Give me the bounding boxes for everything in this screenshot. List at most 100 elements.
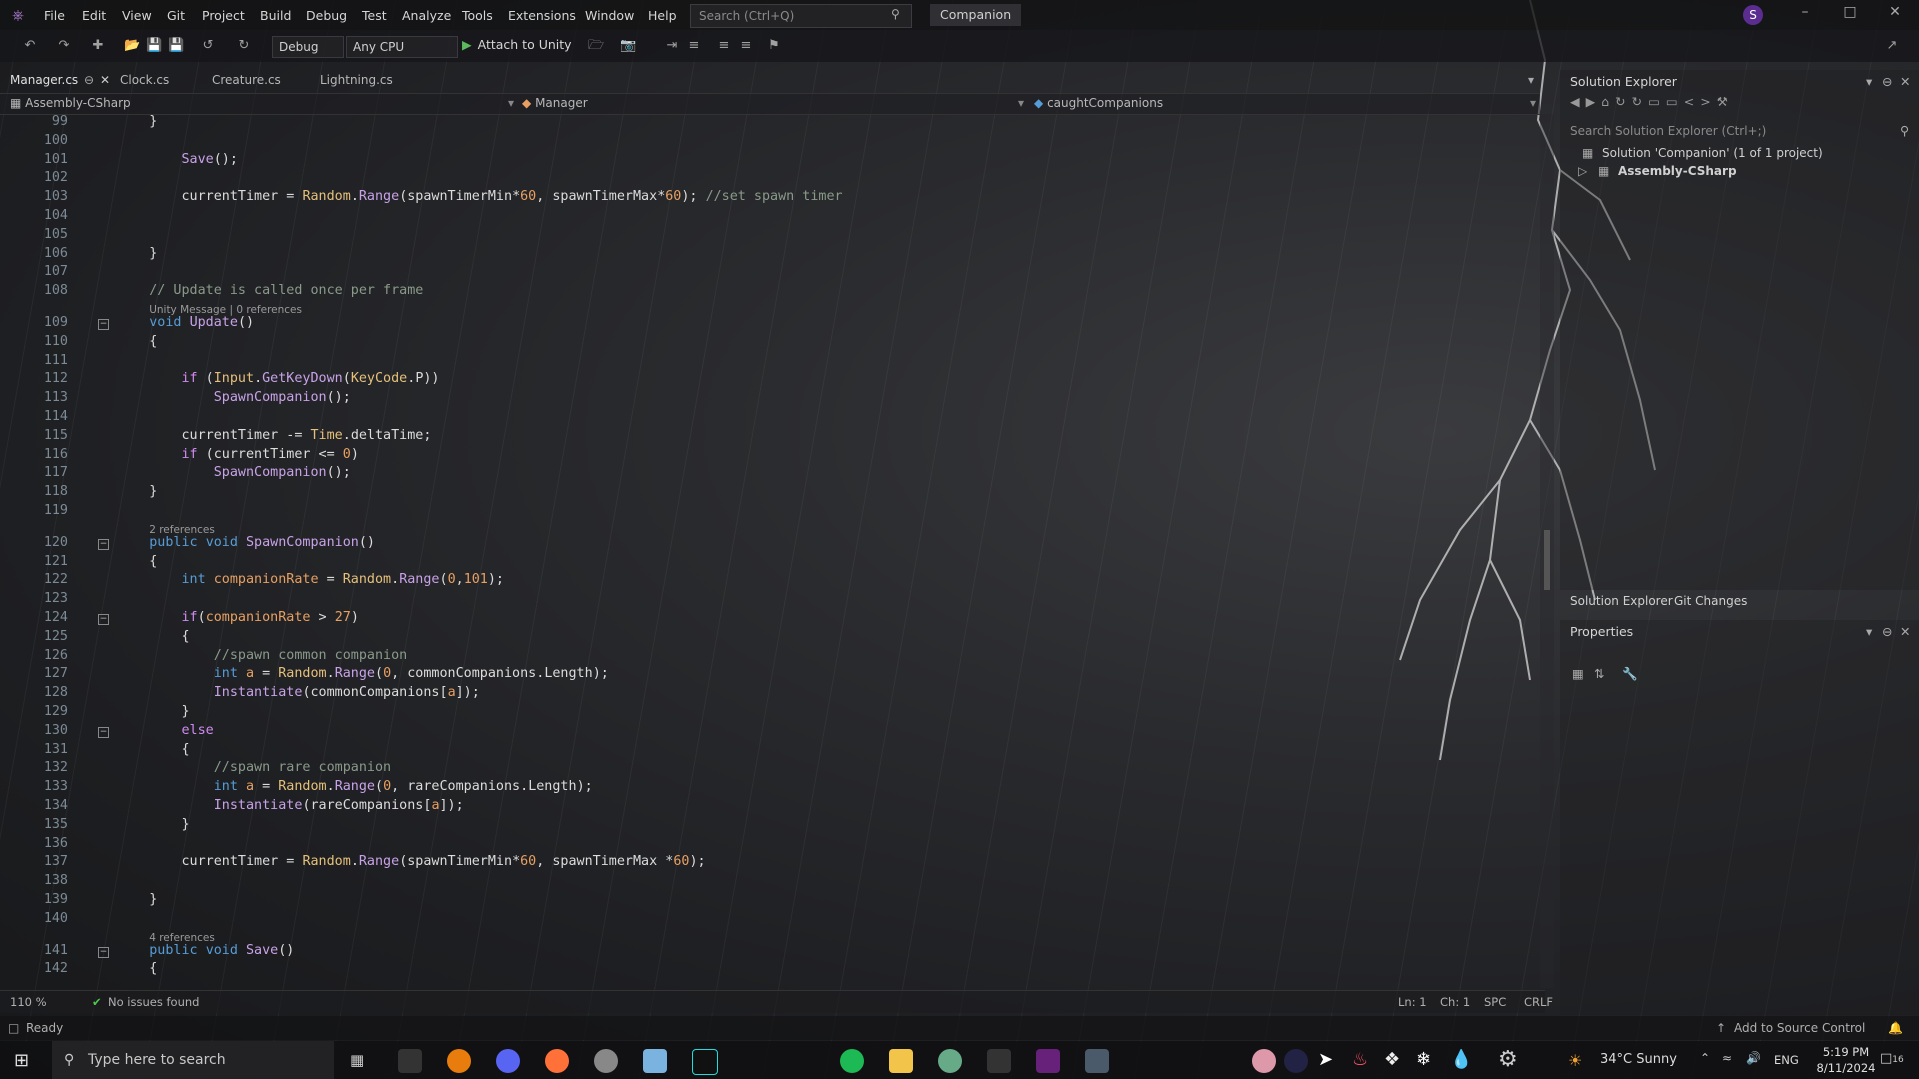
- code-line[interactable]: {: [117, 334, 157, 349]
- taskbar-search[interactable]: ⚲ Type here to search: [52, 1041, 334, 1079]
- menu-help[interactable]: Help: [648, 8, 677, 23]
- chevron-down-icon[interactable]: ▾: [508, 96, 514, 110]
- close-panel-icon[interactable]: ✕: [1900, 74, 1910, 89]
- code-line[interactable]: void Update(): [117, 315, 254, 330]
- bookmark-icon[interactable]: ⚑: [766, 38, 782, 54]
- tray-app-icon[interactable]: [1252, 1049, 1276, 1073]
- minimize-button[interactable]: –: [1790, 4, 1820, 26]
- menu-build[interactable]: Build: [260, 8, 291, 23]
- notification-icon[interactable]: □16: [1880, 1051, 1904, 1066]
- firefox-app-icon[interactable]: [545, 1049, 569, 1073]
- line-ending[interactable]: CRLF: [1524, 995, 1553, 1009]
- menu-tools[interactable]: Tools: [462, 8, 493, 23]
- menu-window[interactable]: Window: [585, 8, 634, 23]
- menu-edit[interactable]: Edit: [82, 8, 106, 23]
- wifi-icon[interactable]: ≈: [1722, 1051, 1732, 1065]
- code-line[interactable]: {: [117, 961, 157, 976]
- format-icon[interactable]: ≡: [686, 38, 702, 54]
- cursor-icon[interactable]: ➤: [1318, 1049, 1333, 1070]
- feather-icon[interactable]: ❖: [1384, 1049, 1400, 1070]
- comment-icon[interactable]: ≡: [716, 38, 732, 54]
- snowflake-icon[interactable]: ❄: [1416, 1049, 1431, 1070]
- notes-app-icon[interactable]: [643, 1049, 667, 1073]
- tab-clock[interactable]: Clock.cs: [120, 73, 169, 87]
- code-line[interactable]: int companionRate = Random.Range(0,101);: [117, 572, 504, 587]
- menu-file[interactable]: File: [44, 8, 65, 23]
- save-icon[interactable]: 💾: [146, 38, 162, 54]
- language-indicator[interactable]: ENG: [1774, 1053, 1799, 1067]
- live-share-icon[interactable]: ↗: [1884, 38, 1900, 54]
- code-line[interactable]: currentTimer = Random.Range(spawnTimerMi…: [117, 189, 843, 204]
- code-line[interactable]: {: [117, 554, 157, 569]
- attach-unity-button[interactable]: ▶Attach to Unity: [462, 37, 572, 52]
- code-line[interactable]: int a = Random.Range(0, rareCompanions.L…: [117, 779, 593, 794]
- windows-start-icon[interactable]: ⊞: [14, 1050, 29, 1071]
- spotify-app-icon[interactable]: [840, 1049, 864, 1073]
- tab-overflow-icon[interactable]: ▾: [1528, 73, 1534, 87]
- browse-icon[interactable]: 🗁: [588, 38, 604, 54]
- code-line[interactable]: //spawn common companion: [117, 648, 407, 663]
- code-line[interactable]: {: [117, 629, 190, 644]
- audio-app-icon[interactable]: [692, 1049, 718, 1075]
- code-line[interactable]: int a = Random.Range(0, commonCompanions…: [117, 666, 609, 681]
- fold-toggle-icon[interactable]: −: [98, 727, 109, 738]
- code-line[interactable]: }: [117, 817, 190, 832]
- code-line[interactable]: Instantiate(commonCompanions[a]);: [117, 685, 480, 700]
- menu-git[interactable]: Git: [167, 8, 185, 23]
- uncomment-icon[interactable]: ≡: [738, 38, 754, 54]
- zoom-level[interactable]: 110 %: [10, 995, 47, 1009]
- member-dropdown[interactable]: ◆ caughtCompanions: [1034, 96, 1163, 110]
- chevron-down-icon[interactable]: ▾: [1018, 96, 1024, 110]
- back-icon[interactable]: ↶: [22, 38, 38, 54]
- code-line[interactable]: }: [117, 892, 157, 907]
- screenshot-icon[interactable]: 📷: [620, 38, 636, 54]
- project-dropdown[interactable]: ▦ Assembly-CSharp: [10, 96, 131, 110]
- expand-arrow-icon[interactable]: ▷: [1578, 164, 1587, 178]
- code-line[interactable]: Instantiate(rareCompanions[a]);: [117, 798, 464, 813]
- scrollbar-thumb[interactable]: [1544, 530, 1550, 590]
- config-dropdown[interactable]: Debug: [272, 36, 344, 58]
- chevron-down-icon[interactable]: ▾: [1530, 96, 1536, 110]
- visual-studio-icon[interactable]: [1036, 1049, 1060, 1073]
- close-window-button[interactable]: ✕: [1880, 4, 1910, 26]
- menu-test[interactable]: Test: [362, 8, 387, 23]
- pin-icon[interactable]: ⊖: [1882, 624, 1892, 639]
- code-line[interactable]: if(companionRate > 27): [117, 610, 359, 625]
- search-box[interactable]: Search (Ctrl+Q) ⚲: [690, 4, 912, 28]
- panel-menu-icon[interactable]: ▾: [1866, 74, 1872, 89]
- blender-app-icon[interactable]: [447, 1049, 471, 1073]
- code-line[interactable]: public void SpawnCompanion(): [117, 535, 375, 550]
- panel-menu-icon[interactable]: ▾: [1866, 624, 1872, 639]
- weather-text[interactable]: 34°C Sunny: [1600, 1052, 1677, 1067]
- tray-app-icon[interactable]: [1284, 1049, 1308, 1073]
- tab-solution-explorer[interactable]: Solution Explorer: [1570, 594, 1673, 608]
- bell-icon[interactable]: 🔔: [1888, 1021, 1903, 1035]
- code-line[interactable]: Save();: [117, 152, 238, 167]
- code-line[interactable]: public void Save(): [117, 943, 294, 958]
- code-line[interactable]: }: [117, 704, 190, 719]
- code-line[interactable]: {: [117, 742, 190, 757]
- class-dropdown[interactable]: ◆ Manager: [522, 96, 588, 110]
- menu-debug[interactable]: Debug: [306, 8, 347, 23]
- water-drop-icon[interactable]: 💧: [1450, 1049, 1472, 1070]
- fold-toggle-icon[interactable]: −: [98, 614, 109, 625]
- source-control-button[interactable]: Add to Source Control: [1734, 1021, 1865, 1035]
- code-line[interactable]: SpawnCompanion();: [117, 390, 351, 405]
- tab-lightning[interactable]: Lightning.cs: [320, 73, 393, 87]
- code-line[interactable]: if (Input.GetKeyDown(KeyCode.P)): [117, 371, 440, 386]
- avatar[interactable]: S: [1743, 5, 1763, 25]
- tray-chevron-icon[interactable]: ⌃: [1700, 1051, 1710, 1065]
- code-line[interactable]: SpawnCompanion();: [117, 465, 351, 480]
- tab-creature[interactable]: Creature.cs: [212, 73, 281, 87]
- code-line[interactable]: currentTimer -= Time.deltaTime;: [117, 428, 431, 443]
- file-explorer-icon[interactable]: [889, 1049, 913, 1073]
- code-line[interactable]: //spawn rare companion: [117, 760, 391, 775]
- code-line[interactable]: currentTimer = Random.Range(spawnTimerMi…: [117, 854, 706, 869]
- pin-icon[interactable]: ⊖: [84, 73, 94, 87]
- forward-icon[interactable]: ↷: [56, 38, 72, 54]
- pin-icon[interactable]: ⊖: [1882, 74, 1892, 89]
- wrench-icon[interactable]: 🔧: [1622, 666, 1638, 682]
- menu-view[interactable]: View: [122, 8, 152, 23]
- settings-gear-icon[interactable]: ⚙: [1498, 1047, 1518, 1072]
- fold-toggle-icon[interactable]: −: [98, 539, 109, 550]
